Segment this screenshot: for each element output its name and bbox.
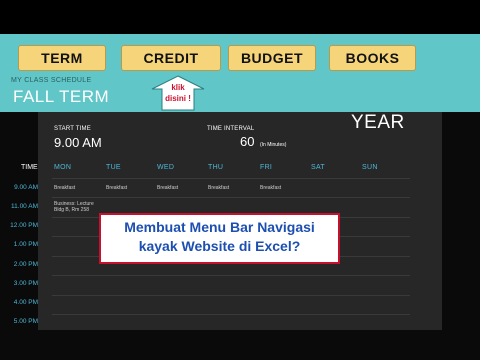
day-header-thu: THU — [208, 164, 224, 171]
schedule-entry[interactable]: Breakfast — [106, 185, 127, 191]
time-cell: 2.00 PM — [13, 261, 38, 268]
grid-line — [52, 295, 410, 296]
time-interval-label: TIME INTERVAL — [207, 126, 255, 132]
day-header-sun: SUN — [362, 164, 378, 171]
schedule-label: MY CLASS SCHEDULE — [11, 77, 92, 84]
day-header-wed: WED — [157, 164, 175, 171]
time-interval-value[interactable]: 60 — [240, 134, 254, 149]
time-cell: 5.00 PM — [13, 318, 38, 325]
day-header-fri: FRI — [260, 164, 273, 171]
schedule-entry[interactable]: Breakfast — [208, 185, 229, 191]
time-cell: 1.00 PM — [13, 241, 38, 248]
schedule-entry[interactable]: Breakfast — [260, 185, 281, 191]
start-time-label: START TIME — [54, 126, 91, 132]
year-label: YEAR — [351, 112, 405, 133]
banner-line-2: kayak Website di Excel? — [138, 238, 301, 254]
nav-budget-button[interactable]: BUDGET — [228, 45, 316, 71]
day-header-sat: SAT — [311, 164, 325, 171]
start-time-value[interactable]: 9.00 AM — [54, 135, 102, 150]
time-cell: 9.00 AM — [14, 184, 38, 191]
time-cell: 3.00 PM — [13, 280, 38, 287]
day-header-tue: TUE — [106, 164, 121, 171]
time-interval-unit: (In Minutes) — [260, 142, 287, 148]
grid-line — [52, 197, 410, 198]
nav-term-button[interactable]: TERM — [18, 45, 106, 71]
schedule-entry[interactable]: Breakfast — [54, 185, 75, 191]
callout-line-2: disini ! — [165, 94, 191, 103]
nav-credit-button[interactable]: CREDIT — [121, 45, 221, 71]
page-title: FALL TERM — [13, 87, 110, 106]
banner-line-1: Membuat Menu Bar Navigasi — [124, 219, 315, 235]
day-header-mon: MON — [54, 164, 72, 171]
entry-line-2: Bldg B, Rm 258 — [54, 207, 90, 213]
excel-schedule-screen: TERM CREDIT BUDGET BOOKS MY CLASS SCHEDU… — [0, 0, 480, 360]
grid-line — [52, 275, 410, 276]
time-column-header: TIME — [21, 164, 38, 171]
grid-line — [52, 178, 410, 179]
time-cell: 12.00 PM — [10, 222, 38, 229]
grid-line — [52, 314, 410, 315]
nav-books-button[interactable]: BOOKS — [329, 45, 416, 71]
schedule-entry[interactable]: Breakfast — [157, 185, 178, 191]
callout-line-1: klik — [171, 83, 185, 92]
time-cell: 11.00 AM — [11, 203, 38, 210]
time-cell: 4.00 PM — [13, 299, 38, 306]
schedule-entry[interactable]: Business: Lecture Bldg B, Rm 258 — [54, 201, 94, 213]
callout-text: klik disini ! — [154, 82, 202, 104]
